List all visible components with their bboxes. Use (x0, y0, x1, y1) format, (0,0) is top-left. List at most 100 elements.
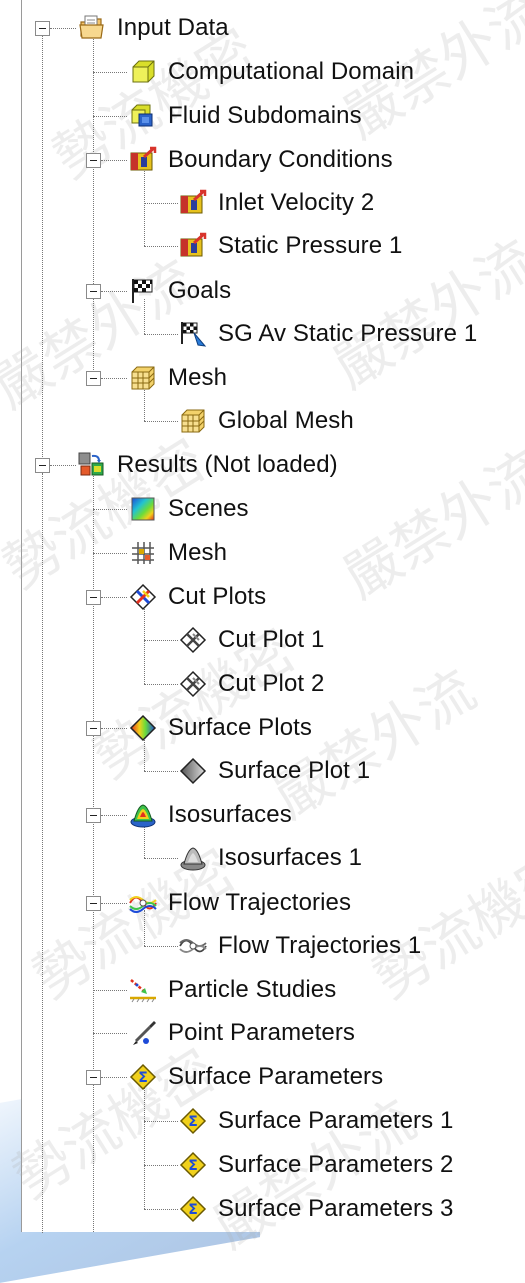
tree-item-label: Goals (168, 277, 232, 304)
tree-item-label: Fluid Subdomains (168, 102, 362, 129)
tree-item-label: Inlet Velocity 2 (218, 189, 375, 216)
collapse-toggle-boundary-conditions[interactable] (86, 153, 101, 168)
tree-item-mesh-input[interactable]: Mesh (128, 357, 227, 399)
tree-item-input-data[interactable]: Input Data (77, 7, 229, 49)
collapse-toggle-isosurfaces[interactable] (86, 808, 101, 823)
tree-connector (93, 1085, 94, 1232)
tree-item-label: Particle Studies (168, 976, 337, 1003)
tree-connector (101, 291, 127, 292)
tree-connector (144, 640, 178, 641)
tree-connector (144, 421, 178, 422)
tree-item-surface-parameters-2[interactable]: Σ Surface Parameters 2 (178, 1144, 453, 1186)
tree-connector (93, 36, 94, 378)
tree-item-label: Surface Parameters (168, 1063, 384, 1090)
tree-item-isosurfaces-1[interactable]: Isosurfaces 1 (178, 837, 362, 879)
surface-parameters-icon: Σ (178, 1106, 208, 1136)
tree-connector (101, 815, 127, 816)
tree-connector (93, 990, 127, 991)
tree-item-isosurfaces[interactable]: Isosurfaces (128, 794, 292, 836)
tree-item-goals[interactable]: Goals (128, 270, 231, 312)
tree-connector (93, 116, 127, 117)
tree-item-label: Mesh (168, 364, 228, 391)
tree-item-label: Cut Plots (168, 583, 267, 610)
tree-connector (144, 203, 178, 204)
tree-item-label: Scenes (168, 495, 249, 522)
tree-item-cut-plot-1[interactable]: Cut Plot 1 (178, 619, 324, 661)
tree-item-label: Surface Parameters 3 (218, 1195, 454, 1222)
tree-item-label: Boundary Conditions (168, 146, 393, 173)
surface-parameters-icon: Σ (178, 1150, 208, 1180)
flow-trajectories-icon (178, 931, 208, 961)
tree-item-surface-parameters-1[interactable]: Σ Surface Parameters 1 (178, 1100, 453, 1142)
svg-text:Σ: Σ (138, 1070, 148, 1086)
collapse-toggle-results[interactable] (35, 458, 50, 473)
tree-connector (93, 473, 94, 1073)
tree-item-label: Surface Plot 1 (218, 757, 371, 784)
tree-item-label: Point Parameters (168, 1019, 356, 1046)
tree-item-label: Surface Parameters 1 (218, 1107, 454, 1134)
tree-item-surface-plot-1[interactable]: Surface Plot 1 (178, 750, 370, 792)
tree-connector (144, 246, 178, 247)
tree-item-surface-parameters[interactable]: Σ Surface Parameters (128, 1056, 383, 1098)
mesh-grid-icon (128, 538, 158, 568)
tree-connector (101, 378, 127, 379)
tree-connector (42, 473, 43, 1233)
mesh-cube-icon (178, 406, 208, 436)
tree-connector (144, 771, 178, 772)
tree-item-flow-trajectories[interactable]: Flow Trajectories (128, 882, 351, 924)
tree-item-label: Static Pressure 1 (218, 232, 403, 259)
surface-parameters-icon: Σ (178, 1194, 208, 1224)
tree-item-boundary-conditions[interactable]: Boundary Conditions (128, 139, 393, 181)
results-icon (77, 450, 107, 480)
tree-item-label: Isosurfaces (168, 801, 292, 828)
tree-item-particle-studies[interactable]: Particle Studies (128, 969, 336, 1011)
collapse-toggle-cut-plots[interactable] (86, 590, 101, 605)
flow-trajectories-colored-icon (128, 888, 158, 918)
tree-item-cut-plot-2[interactable]: Cut Plot 2 (178, 663, 324, 705)
tree-item-label: Results (Not loaded) (117, 451, 338, 478)
tree-item-cut-plots[interactable]: Cut Plots (128, 576, 266, 618)
collapse-toggle-input-data[interactable] (35, 21, 50, 36)
svg-text:Σ: Σ (188, 1114, 198, 1130)
tree-item-label: Cut Plot 1 (218, 626, 325, 653)
tree-item-inlet-velocity-2[interactable]: Inlet Velocity 2 (178, 182, 374, 224)
computational-domain-icon (128, 57, 158, 87)
particle-studies-icon (128, 975, 158, 1005)
tree-item-label: Global Mesh (218, 407, 354, 434)
tree-connector (101, 728, 127, 729)
tree-connector (93, 553, 127, 554)
tree-item-label: Flow Trajectories 1 (218, 932, 422, 959)
tree-connector (101, 1077, 127, 1078)
tree-item-mesh-results[interactable]: Mesh (128, 532, 227, 574)
tree-item-static-pressure-1[interactable]: Static Pressure 1 (178, 225, 402, 267)
collapse-toggle-surface-plots[interactable] (86, 721, 101, 736)
svg-text:Σ: Σ (188, 1202, 198, 1218)
tree-item-computational-domain[interactable]: Computational Domain (128, 51, 414, 93)
tree-item-flow-trajectories-1[interactable]: Flow Trajectories 1 (178, 925, 421, 967)
surface-plot-icon (178, 756, 208, 786)
tree-item-fluid-subdomains[interactable]: Fluid Subdomains (128, 95, 362, 137)
tree-item-sg-av-static-pressure-1[interactable]: SG Av Static Pressure 1 (178, 313, 477, 355)
boundary-conditions-icon (128, 145, 158, 175)
boundary-condition-icon (178, 231, 208, 261)
surface-parameters-icon: Σ (128, 1062, 158, 1092)
tree-connector (144, 1085, 145, 1209)
tree-item-surface-parameters-3[interactable]: Σ Surface Parameters 3 (178, 1188, 453, 1230)
tree-connector (93, 1033, 127, 1034)
tree-item-global-mesh[interactable]: Global Mesh (178, 400, 354, 442)
tree-connector (101, 160, 127, 161)
tree-item-point-parameters[interactable]: Point Parameters (128, 1012, 355, 1054)
cut-plot-icon (178, 625, 208, 655)
collapse-toggle-goals[interactable] (86, 284, 101, 299)
collapse-toggle-mesh[interactable] (86, 371, 101, 386)
tree-connector (93, 72, 127, 73)
tree-connector (144, 334, 178, 335)
tree-item-label: Surface Parameters 2 (218, 1151, 454, 1178)
tree-connector (144, 684, 178, 685)
tree-item-surface-plots[interactable]: Surface Plots (128, 707, 312, 749)
tree-item-scenes[interactable]: Scenes (128, 488, 249, 530)
collapse-toggle-flow-trajectories[interactable] (86, 896, 101, 911)
tree-item-results[interactable]: Results (Not loaded) (77, 444, 338, 486)
tree-connector (144, 946, 178, 947)
collapse-toggle-surface-parameters[interactable] (86, 1070, 101, 1085)
